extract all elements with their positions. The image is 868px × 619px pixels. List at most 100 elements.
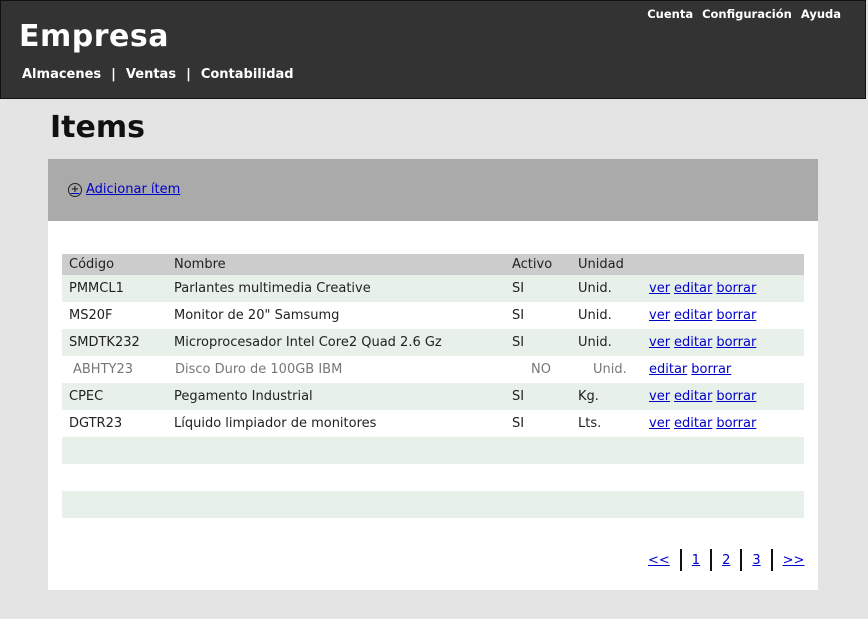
borrar-link[interactable]: borrar xyxy=(716,308,756,323)
empty-cell xyxy=(62,437,167,464)
cell-active: SI xyxy=(505,329,571,356)
editar-link[interactable]: editar xyxy=(674,389,712,404)
app-header: Cuenta Configuración Ayuda Empresa Almac… xyxy=(0,0,866,99)
add-circle-icon: + xyxy=(68,182,82,197)
column-header-unidad: Unidad xyxy=(571,254,642,275)
editar-link[interactable]: editar xyxy=(674,281,712,296)
borrar-link[interactable]: borrar xyxy=(716,335,756,350)
editar-link[interactable]: editar xyxy=(674,308,712,323)
cell-name: Pegamento Industrial xyxy=(167,383,505,410)
cell-name: Microprocesador Intel Core2 Quad 2.6 Gz xyxy=(167,329,505,356)
pagination: << 1 2 3 >> xyxy=(642,549,810,571)
pagination-page-1[interactable]: 1 xyxy=(686,553,706,568)
borrar-link[interactable]: borrar xyxy=(716,416,756,431)
add-item-link[interactable]: + Adicionar ítem xyxy=(68,182,180,197)
ver-link[interactable]: ver xyxy=(649,389,670,404)
main-nav: Almacenes | Ventas | Contabilidad xyxy=(22,67,294,82)
column-header-codigo: Código xyxy=(62,254,167,275)
empty-cell xyxy=(505,464,571,491)
cell-code: ABHTY23 xyxy=(73,362,134,377)
empty-row xyxy=(62,437,804,464)
cell-code: SMDTK232 xyxy=(62,329,167,356)
pagination-page-3[interactable]: 3 xyxy=(746,553,766,568)
top-links: Cuenta Configuración Ayuda xyxy=(647,7,841,21)
empty-cell xyxy=(642,437,804,464)
nav-ventas[interactable]: Ventas xyxy=(126,67,176,82)
cell-unit: Unid. xyxy=(578,308,612,323)
pagination-divider xyxy=(710,549,713,571)
panel-toolbar: + Adicionar ítem xyxy=(48,159,818,221)
pagination-divider xyxy=(679,549,682,571)
cell-actions: ver editar borrar xyxy=(642,275,804,302)
table-header-row: Código Nombre Activo Unidad xyxy=(62,254,804,275)
items-panel: + Adicionar ítem Código Nombre Activo Un… xyxy=(48,159,818,590)
table-row: MS20F Monitor de 20" Samsumg SI Unid. ver edi… xyxy=(62,302,804,329)
empty-cell xyxy=(571,464,642,491)
empty-cell xyxy=(505,437,571,464)
table-row: DGTR23 Líquido limpiador de monitores SI Lt… xyxy=(62,410,804,437)
pagination-last[interactable]: >> xyxy=(777,553,811,568)
ver-link[interactable]: ver xyxy=(649,281,670,296)
empty-cell xyxy=(505,491,571,518)
empty-cell xyxy=(167,464,505,491)
link-cuenta[interactable]: Cuenta xyxy=(647,7,693,21)
cell-actions: ver editar borrar xyxy=(642,410,804,437)
borrar-link[interactable]: borrar xyxy=(716,281,756,296)
nav-separator: | xyxy=(111,67,116,82)
editar-link[interactable]: editar xyxy=(674,335,712,350)
empty-cell xyxy=(62,464,167,491)
cell-active: SI xyxy=(505,383,571,410)
cell-unit: Lts. xyxy=(578,416,602,431)
cell-code: DGTR23 xyxy=(69,416,123,431)
ver-link[interactable]: ver xyxy=(649,335,670,350)
empty-cell xyxy=(167,437,505,464)
cell-active: SI xyxy=(512,308,525,323)
empty-cell xyxy=(62,491,167,518)
empty-row xyxy=(62,491,804,518)
cell-unit: Kg. xyxy=(571,383,642,410)
ver-link[interactable]: ver xyxy=(649,416,670,431)
editar-link[interactable]: editar xyxy=(649,362,687,377)
cell-name: Líquido limpiador de monitores xyxy=(174,416,377,431)
cell-code: CPEC xyxy=(62,383,167,410)
link-configuracion[interactable]: Configuración xyxy=(702,7,792,21)
empty-cell xyxy=(642,464,804,491)
nav-contabilidad[interactable]: Contabilidad xyxy=(201,67,294,82)
column-header-activo: Activo xyxy=(505,254,571,275)
empty-cell xyxy=(167,491,505,518)
borrar-link[interactable]: borrar xyxy=(716,389,756,404)
column-header-actions xyxy=(642,254,804,275)
nav-separator: | xyxy=(186,67,191,82)
items-table: Código Nombre Activo Unidad PMMCL1 Parlan… xyxy=(62,254,804,518)
ver-link[interactable]: ver xyxy=(649,308,670,323)
cell-actions: ver editar borrar xyxy=(642,302,804,329)
empty-row xyxy=(62,464,804,491)
cell-unit: Unid. xyxy=(571,275,642,302)
table-row: ABHTY23 Disco Duro de 100GB IBM NO Unid. edi… xyxy=(62,356,804,383)
cell-code: PMMCL1 xyxy=(62,275,167,302)
editar-link[interactable]: editar xyxy=(674,416,712,431)
table-body: PMMCL1 Parlantes multimedia Creative SI Uni… xyxy=(62,275,804,518)
nav-almacenes[interactable]: Almacenes xyxy=(22,67,101,82)
pagination-divider xyxy=(770,549,773,571)
pagination-first[interactable]: << xyxy=(642,553,676,568)
cell-actions: ver editar borrar xyxy=(642,329,804,356)
cell-name: Monitor de 20" Samsumg xyxy=(174,308,340,323)
cell-name: Disco Duro de 100GB IBM xyxy=(175,362,343,377)
cell-code: MS20F xyxy=(69,308,113,323)
cell-unit: Unid. xyxy=(593,362,627,377)
page-title: Items xyxy=(50,110,145,145)
add-item-label: Adicionar ítem xyxy=(86,182,181,197)
link-ayuda[interactable]: Ayuda xyxy=(801,7,841,21)
empty-cell xyxy=(571,491,642,518)
borrar-link[interactable]: borrar xyxy=(691,362,731,377)
cell-unit: Unid. xyxy=(571,329,642,356)
empty-cell xyxy=(571,437,642,464)
pagination-page-2[interactable]: 2 xyxy=(716,553,736,568)
column-header-nombre: Nombre xyxy=(167,254,505,275)
cell-active: SI xyxy=(505,275,571,302)
brand-logo: Empresa xyxy=(19,19,169,54)
table-row: SMDTK232 Microprocesador Intel Core2 Quad… xyxy=(62,329,804,356)
cell-actions: editar borrar xyxy=(642,356,804,383)
pagination-divider xyxy=(740,549,743,571)
